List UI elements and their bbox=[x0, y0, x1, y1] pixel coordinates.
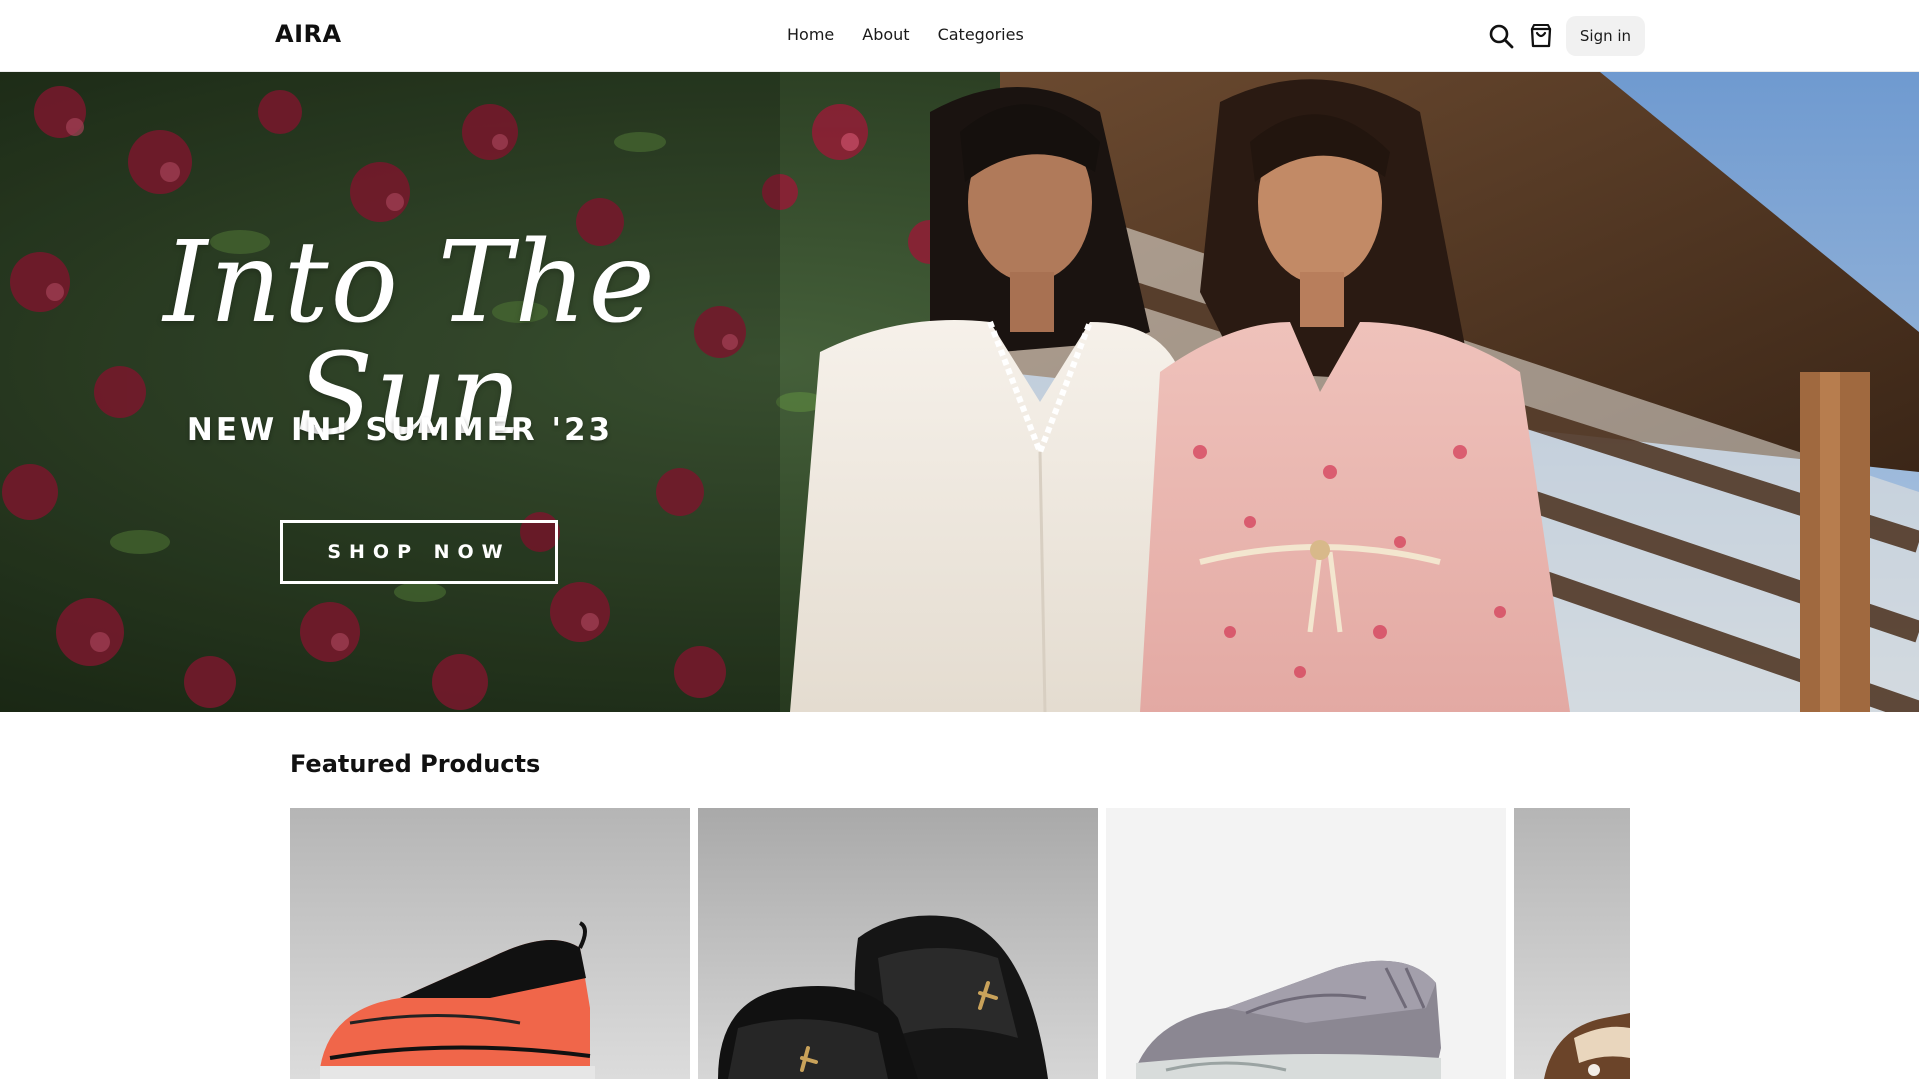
product-carousel bbox=[290, 808, 1630, 1079]
sign-in-button[interactable]: Sign in bbox=[1566, 16, 1645, 56]
hero-banner: Into The Sun NEW IN! SUMMER '23 SHOP NOW bbox=[0, 72, 1919, 712]
product-card[interactable] bbox=[1514, 808, 1630, 1079]
featured-title: Featured Products bbox=[290, 750, 541, 778]
product-image-orange-sneaker bbox=[290, 808, 690, 1079]
nav-categories[interactable]: Categories bbox=[938, 25, 1024, 44]
product-card[interactable] bbox=[1106, 808, 1506, 1079]
product-card[interactable] bbox=[290, 808, 690, 1079]
shop-now-button[interactable]: SHOP NOW bbox=[280, 520, 558, 584]
hero-subtitle: NEW IN! SUMMER '23 bbox=[186, 412, 614, 448]
product-card[interactable] bbox=[698, 808, 1098, 1079]
brand-logo[interactable]: AIRA bbox=[275, 20, 342, 48]
nav-about[interactable]: About bbox=[862, 25, 909, 44]
search-icon[interactable] bbox=[1486, 21, 1516, 51]
product-image-black-slides bbox=[698, 808, 1098, 1079]
product-image-grey-sneaker bbox=[1106, 808, 1506, 1079]
site-header: AIRA Home About Categories Sign in bbox=[0, 0, 1919, 72]
main-nav: Home About Categories bbox=[787, 25, 1024, 44]
nav-home[interactable]: Home bbox=[787, 25, 834, 44]
cart-icon[interactable] bbox=[1526, 21, 1556, 51]
product-image-brown-shoe bbox=[1514, 808, 1630, 1079]
